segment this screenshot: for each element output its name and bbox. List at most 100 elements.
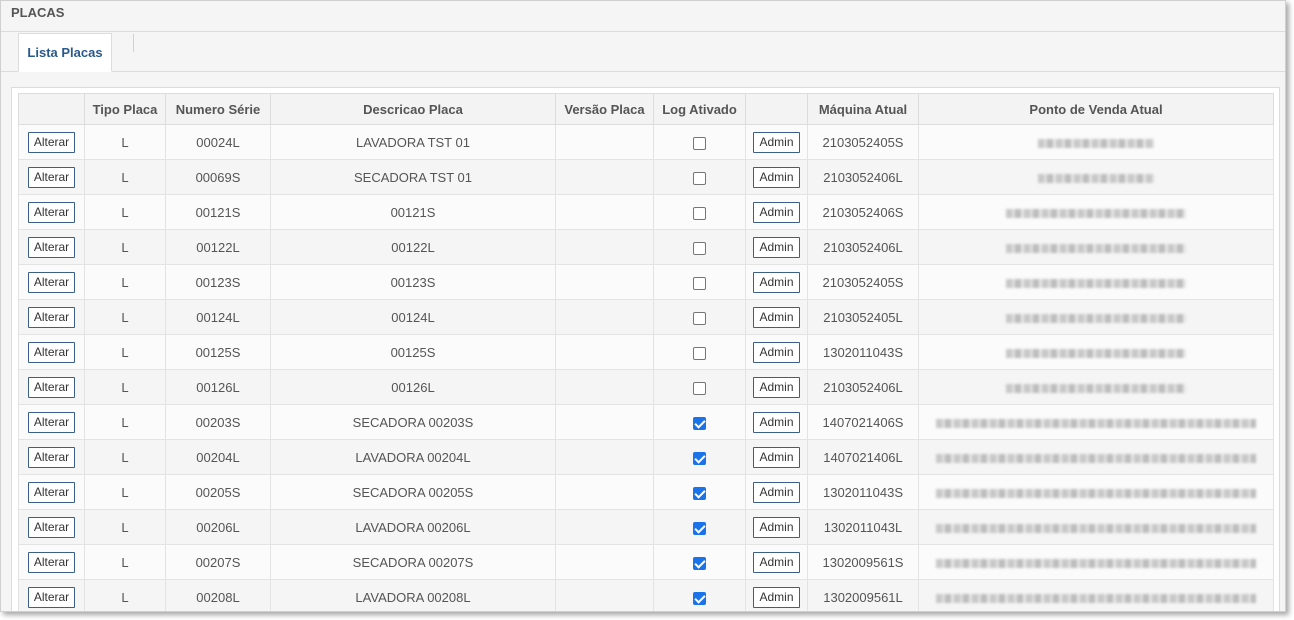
numero-serie-cell: 00126L xyxy=(165,369,271,405)
log-ativado-checkbox[interactable] xyxy=(693,276,706,290)
admin-button[interactable]: Admin xyxy=(753,131,800,153)
versao-placa-cell xyxy=(555,474,654,510)
admin-button[interactable]: Admin xyxy=(753,551,800,573)
tipo-placa-cell: L xyxy=(84,369,166,405)
log-ativado-header: Log Ativado xyxy=(653,93,746,125)
redacted-text xyxy=(1006,243,1186,253)
tipo-placa-cell: L xyxy=(84,544,166,580)
alterar-button[interactable]: Alterar xyxy=(27,306,76,328)
ponto-de-venda-cell xyxy=(918,124,1274,160)
maquina-atual-cell: 2103052406L xyxy=(807,229,919,265)
log-ativado-checkbox[interactable] xyxy=(693,136,706,150)
admin-button[interactable]: Admin xyxy=(753,411,800,433)
alterar-button[interactable]: Alterar xyxy=(27,236,76,258)
maquina-atual-cell: 2103052405S xyxy=(807,124,919,160)
tab-strip: Lista Placas xyxy=(1,32,1285,72)
tipo-placa-header: Tipo Placa xyxy=(84,93,166,125)
ponto-de-venda-cell xyxy=(918,299,1274,335)
alterar-button[interactable]: Alterar xyxy=(27,271,76,293)
admin-button[interactable]: Admin xyxy=(753,201,800,223)
alterar-button[interactable]: Alterar xyxy=(27,551,76,573)
ponto-de-venda-header: Ponto de Venda Atual xyxy=(918,93,1274,125)
versao-placa-cell xyxy=(555,299,654,335)
numero-serie-cell: 00024L xyxy=(165,124,271,160)
versao-placa-cell xyxy=(555,264,654,300)
log-ativado-cell xyxy=(653,509,746,545)
log-ativado-checkbox[interactable] xyxy=(693,556,706,570)
alterar-button[interactable]: Alterar xyxy=(27,481,76,503)
tipo-placa-cell: L xyxy=(84,579,166,611)
log-ativado-checkbox[interactable] xyxy=(693,381,706,395)
versao-placa-cell xyxy=(555,404,654,440)
admin-button[interactable]: Admin xyxy=(753,166,800,188)
numero-serie-cell: 00206L xyxy=(165,509,271,545)
versao-placa-cell xyxy=(555,369,654,405)
log-ativado-cell xyxy=(653,474,746,510)
admin-button[interactable]: Admin xyxy=(753,306,800,328)
admin-button[interactable]: Admin xyxy=(753,271,800,293)
maquina-atual-cell: 1302009561S xyxy=(807,544,919,580)
table-body: Alterar L 00024L LAVADORA TST 01 Admin 2… xyxy=(18,124,1274,611)
numero-serie-cell: 00123S xyxy=(165,264,271,300)
tipo-placa-cell: L xyxy=(84,404,166,440)
alterar-cell: Alterar xyxy=(18,439,85,475)
page-title: PLACAS xyxy=(1,1,1285,32)
versao-placa-cell xyxy=(555,579,654,611)
alterar-button[interactable]: Alterar xyxy=(27,376,76,398)
tipo-placa-cell: L xyxy=(84,159,166,195)
table-row: Alterar L 00124L 00124L Admin 2103052405… xyxy=(18,299,1274,335)
redacted-text xyxy=(936,418,1256,428)
alterar-button[interactable]: Alterar xyxy=(27,341,76,363)
numero-serie-cell: 00208L xyxy=(165,579,271,611)
alterar-button[interactable]: Alterar xyxy=(27,516,76,538)
log-ativado-cell xyxy=(653,334,746,370)
ponto-de-venda-cell xyxy=(918,474,1274,510)
log-ativado-checkbox[interactable] xyxy=(693,346,706,360)
admin-cell: Admin xyxy=(745,474,808,510)
alterar-button[interactable]: Alterar xyxy=(27,131,76,153)
log-ativado-checkbox[interactable] xyxy=(693,241,706,255)
admin-button[interactable]: Admin xyxy=(753,446,800,468)
admin-button[interactable]: Admin xyxy=(753,236,800,258)
admin-button[interactable]: Admin xyxy=(753,481,800,503)
ponto-de-venda-cell xyxy=(918,334,1274,370)
log-ativado-checkbox[interactable] xyxy=(693,416,706,430)
alterar-cell: Alterar xyxy=(18,264,85,300)
descricao-placa-cell: SECADORA 00207S xyxy=(270,544,556,580)
log-ativado-cell xyxy=(653,194,746,230)
versao-placa-cell xyxy=(555,159,654,195)
log-ativado-checkbox[interactable] xyxy=(693,486,706,500)
alterar-button[interactable]: Alterar xyxy=(27,411,76,433)
table-panel: Tipo Placa Numero Série Descricao Placa Ver… xyxy=(11,87,1280,611)
redacted-text xyxy=(936,488,1256,498)
actions-header xyxy=(18,93,85,125)
descricao-placa-cell: LAVADORA 00208L xyxy=(270,579,556,611)
descricao-placa-cell: 00123S xyxy=(270,264,556,300)
log-ativado-checkbox[interactable] xyxy=(693,171,706,185)
table-row: Alterar L 00024L LAVADORA TST 01 Admin 2… xyxy=(18,124,1274,160)
admin-button[interactable]: Admin xyxy=(753,376,800,398)
alterar-button[interactable]: Alterar xyxy=(27,166,76,188)
admin-cell: Admin xyxy=(745,579,808,611)
log-ativado-checkbox[interactable] xyxy=(693,591,706,605)
ponto-de-venda-cell xyxy=(918,369,1274,405)
admin-button[interactable]: Admin xyxy=(753,341,800,363)
tipo-placa-cell: L xyxy=(84,334,166,370)
alterar-button[interactable]: Alterar xyxy=(27,446,76,468)
redacted-text xyxy=(1006,383,1186,393)
log-ativado-checkbox[interactable] xyxy=(693,521,706,535)
table-header-row: Tipo Placa Numero Série Descricao Placa Ver… xyxy=(18,93,1274,125)
table-row: Alterar L 00123S 00123S Admin 2103052405… xyxy=(18,264,1274,300)
alterar-button[interactable]: Alterar xyxy=(27,586,76,608)
admin-button[interactable]: Admin xyxy=(753,586,800,608)
admin-button[interactable]: Admin xyxy=(753,516,800,538)
log-ativado-checkbox[interactable] xyxy=(693,451,706,465)
alterar-cell: Alterar xyxy=(18,404,85,440)
log-ativado-checkbox[interactable] xyxy=(693,311,706,325)
alterar-button[interactable]: Alterar xyxy=(27,201,76,223)
alterar-cell: Alterar xyxy=(18,299,85,335)
ponto-de-venda-cell xyxy=(918,579,1274,611)
tab-lista-placas[interactable]: Lista Placas xyxy=(18,33,112,72)
versao-placa-cell xyxy=(555,544,654,580)
log-ativado-checkbox[interactable] xyxy=(693,206,706,220)
